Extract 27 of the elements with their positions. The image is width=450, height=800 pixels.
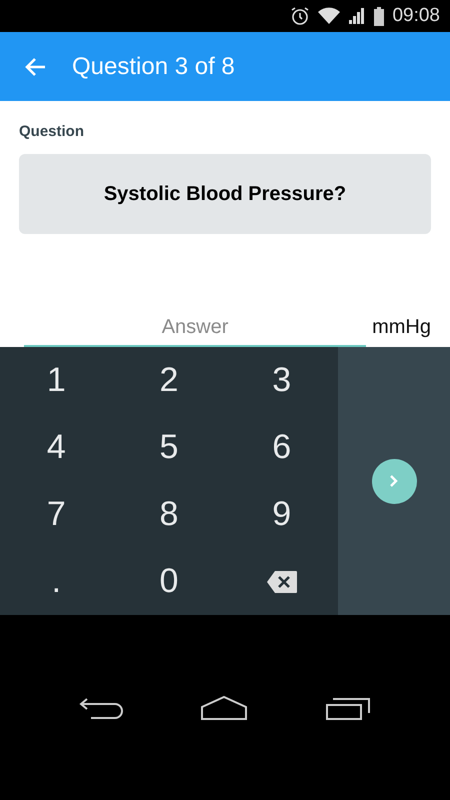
next-button[interactable] xyxy=(372,458,416,504)
backspace-icon xyxy=(266,570,298,594)
keypad-key[interactable]: 5 xyxy=(112,414,226,481)
question-card: Systolic Blood Pressure? xyxy=(19,154,431,234)
keypad-key[interactable]: 2 xyxy=(112,347,226,414)
back-arrow-icon xyxy=(24,56,46,76)
keypad-key[interactable]: . xyxy=(0,548,113,615)
keypad-key[interactable]: 8 xyxy=(112,481,226,548)
battery-icon xyxy=(374,6,384,26)
keypad-key[interactable]: 7 xyxy=(0,481,113,548)
wifi-icon xyxy=(318,7,340,25)
home-icon xyxy=(200,694,248,720)
keypad-key[interactable]: 6 xyxy=(225,414,338,481)
back-button[interactable] xyxy=(24,56,46,76)
keypad-key[interactable]: 4 xyxy=(0,414,113,481)
keypad-key[interactable]: 1 xyxy=(0,347,113,414)
keypad-key[interactable]: 3 xyxy=(225,347,338,414)
keypad-key[interactable]: 0 xyxy=(112,548,226,615)
keypad-key[interactable]: 9 xyxy=(225,481,338,548)
unit-label: mmHg xyxy=(372,316,431,340)
home-button[interactable] xyxy=(200,694,248,720)
question-label: Question xyxy=(19,123,86,140)
screen-title: Question 3 of 8 xyxy=(72,52,235,80)
chevron-right-icon xyxy=(389,474,399,488)
status-time: 09:08 xyxy=(392,5,440,27)
signal-icon xyxy=(348,7,366,25)
alarm-icon xyxy=(290,6,310,26)
